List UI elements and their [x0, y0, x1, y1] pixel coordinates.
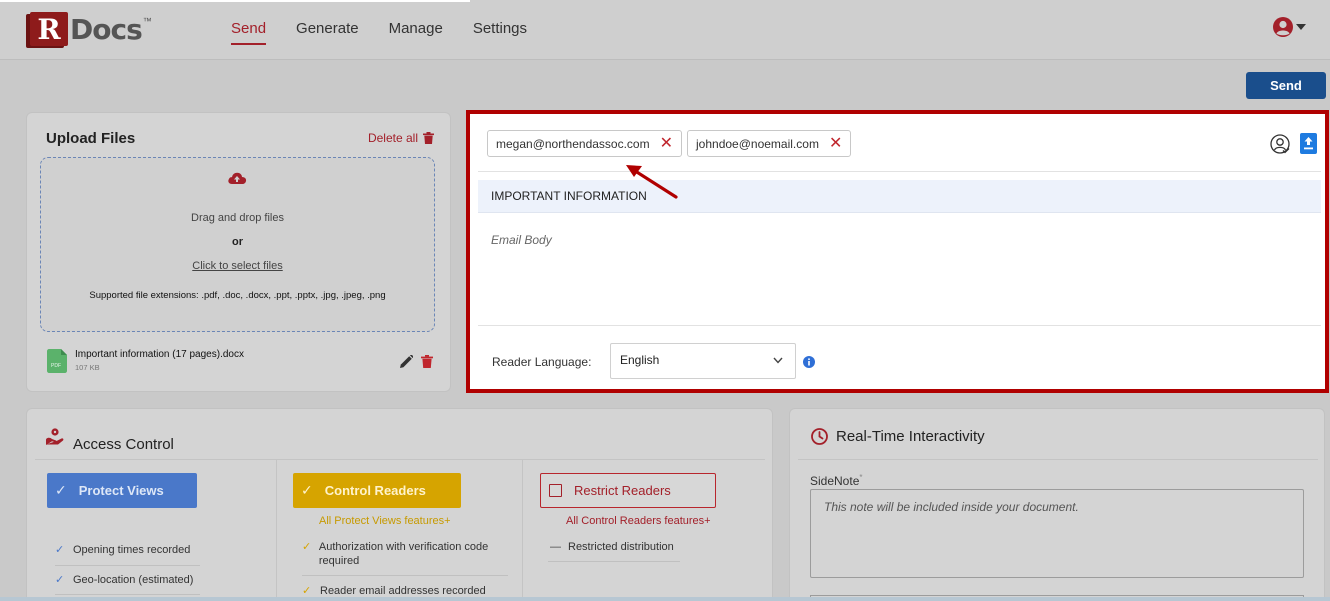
upload-files-card: Upload Files Delete all Drag and drop fi… — [26, 112, 451, 392]
window-bottom-edge — [0, 597, 1330, 601]
user-account-icon — [1273, 17, 1293, 37]
reader-language-label: Reader Language: — [492, 355, 592, 369]
remove-recipient-icon[interactable]: ✕ — [829, 135, 842, 152]
divider — [478, 171, 1321, 172]
upload-recipients-icon[interactable] — [1300, 133, 1317, 154]
protect-views-label: Protect Views — [78, 483, 164, 498]
logo-trademark: ™ — [142, 16, 152, 26]
subject-input[interactable]: IMPORTANT INFORMATION — [478, 180, 1321, 213]
feature-item: — Restricted distribution — [550, 540, 674, 554]
divider — [55, 594, 200, 595]
divider — [302, 575, 508, 576]
edit-pencil-icon[interactable] — [400, 355, 413, 368]
access-control-card: Access Control ✓ Protect Views ✓ Control… — [26, 408, 773, 601]
checkmark-icon: ✓ — [55, 544, 65, 556]
restrict-readers-note: All Control Readers features+ — [566, 515, 711, 527]
divider — [478, 325, 1321, 326]
feature-text: Opening times recorded — [73, 544, 191, 556]
control-readers-label: Control Readers — [324, 483, 426, 498]
dropzone-drag-text: Drag and drop files — [191, 212, 284, 224]
restrict-readers-label: Restrict Readers — [574, 483, 671, 498]
access-control-title: Access Control — [73, 436, 174, 453]
checkmark-icon: ✓ — [301, 482, 313, 498]
uploaded-file-size: 107 KB — [75, 363, 100, 372]
uploaded-file-name: Important information (17 pages).docx — [75, 349, 244, 360]
divider — [548, 561, 680, 562]
control-readers-button[interactable]: ✓ Control Readers — [293, 473, 461, 508]
chevron-down-icon — [773, 357, 783, 364]
feature-text: Reader email addresses recorded — [320, 585, 486, 597]
supported-extensions-text: Supported file extensions: .pdf, .doc, .… — [89, 290, 386, 301]
column-divider — [276, 459, 277, 601]
select-files-link[interactable]: Click to select files — [41, 260, 434, 272]
required-marker: * — [859, 473, 863, 482]
reader-language-value: English — [620, 353, 660, 367]
trash-icon — [423, 132, 434, 144]
app-header: R Docs ™ Send Generate Manage Settings — [0, 0, 1330, 60]
contacts-icon[interactable] — [1270, 133, 1290, 154]
feature-item: ✓ Geo-location (estimated) — [55, 573, 193, 587]
feature-text: Geo-location (estimated) — [73, 574, 194, 586]
feature-item: ✓ Authorization with verification code r… — [302, 540, 512, 568]
email-compose-panel: megan@northendassoc.com ✕ johndoe@noemai… — [466, 110, 1329, 393]
dash-icon: — — [550, 541, 561, 553]
sidenote-label: SideNote* — [810, 473, 863, 488]
divider — [798, 459, 1318, 460]
feature-text: Authorization with verification code req… — [318, 541, 489, 567]
document-file-icon: PDF — [47, 349, 67, 373]
uploaded-file-row: PDF Important information (17 pages).doc… — [47, 349, 435, 373]
checkmark-icon: ✓ — [55, 574, 65, 586]
recipient-actions — [1270, 133, 1317, 154]
sidenote-label-text: SideNote — [810, 474, 860, 488]
upload-files-title: Upload Files — [46, 130, 136, 147]
rdocs-logo[interactable]: R Docs ™ — [30, 12, 152, 46]
dropzone-or-text: or — [232, 236, 243, 248]
recipient-email: johndoe@noemail.com — [696, 136, 819, 151]
nav-send[interactable]: Send — [231, 20, 267, 45]
cloud-upload-icon — [228, 172, 247, 184]
main-nav: Send Generate Manage Settings — [231, 20, 527, 45]
sidenote-textarea[interactable]: This note will be included inside your d… — [810, 489, 1304, 578]
logo-r-mark: R — [30, 12, 68, 46]
header-accent-line — [0, 0, 470, 2]
chevron-down-icon — [1296, 24, 1306, 30]
annotation-arrow-icon — [626, 165, 678, 199]
delete-all-button[interactable]: Delete all — [368, 131, 434, 145]
logo-text: Docs — [70, 12, 143, 46]
feature-item: ✓ Reader email addresses recorded — [302, 584, 512, 598]
control-readers-note: All Protect Views features+ — [319, 515, 451, 527]
restrict-readers-button[interactable]: Restrict Readers — [540, 473, 716, 508]
info-icon[interactable] — [803, 356, 815, 368]
realtime-interactivity-title: Real-Time Interactivity — [836, 428, 985, 445]
checkmark-icon: ✓ — [55, 482, 67, 498]
feature-text: Restricted distribution — [568, 541, 674, 553]
delete-all-label: Delete all — [367, 131, 418, 145]
recipients-field[interactable]: megan@northendassoc.com ✕ johndoe@noemai… — [487, 130, 852, 157]
protect-views-button[interactable]: ✓ Protect Views — [47, 473, 197, 508]
nav-manage[interactable]: Manage — [389, 20, 443, 45]
file-dropzone[interactable]: Drag and drop files or Click to select f… — [40, 157, 435, 332]
realtime-interactivity-card: Real-Time Interactivity SideNote* This n… — [789, 408, 1325, 601]
reader-language-select[interactable]: English — [610, 343, 796, 379]
column-divider — [522, 459, 523, 601]
recipient-email: megan@northendassoc.com — [496, 136, 650, 151]
svg-text:PDF: PDF — [51, 363, 61, 369]
clock-icon — [811, 428, 828, 445]
divider — [55, 565, 200, 566]
delete-file-icon[interactable] — [421, 355, 433, 368]
nav-generate[interactable]: Generate — [296, 20, 359, 45]
divider — [35, 459, 765, 460]
checkmark-icon: ✓ — [302, 585, 312, 597]
user-menu[interactable] — [1272, 16, 1306, 38]
user-shield-icon — [46, 428, 64, 445]
feature-item: ✓ Opening times recorded — [55, 543, 190, 557]
checkmark-icon: ✓ — [302, 541, 312, 553]
email-body-input[interactable]: Email Body — [491, 233, 552, 247]
nav-settings[interactable]: Settings — [473, 20, 527, 45]
recipient-chip: johndoe@noemail.com ✕ — [687, 130, 852, 157]
checkbox-empty-icon — [549, 484, 562, 497]
remove-recipient-icon[interactable]: ✕ — [660, 135, 673, 152]
send-button[interactable]: Send — [1246, 72, 1326, 99]
recipient-chip: megan@northendassoc.com ✕ — [487, 130, 683, 157]
